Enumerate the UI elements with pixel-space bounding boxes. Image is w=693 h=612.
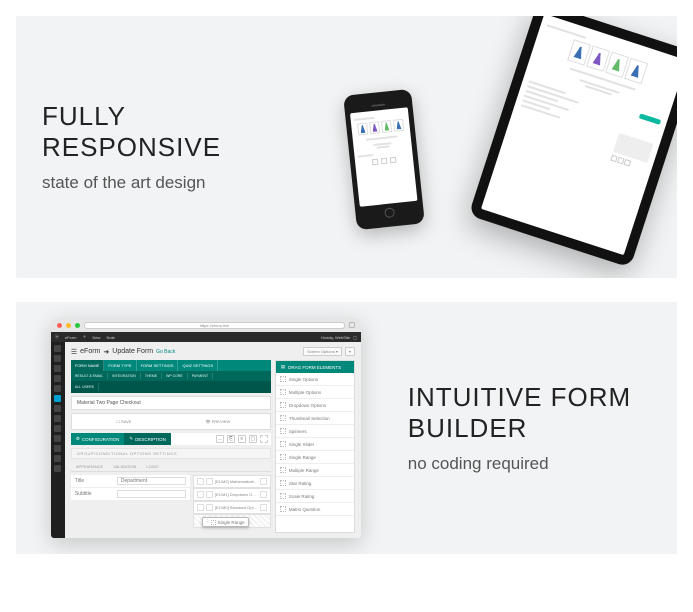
window-min-icon [66, 323, 71, 328]
toolbar-icon: ▢ [249, 435, 257, 443]
form-icon: ☰ [71, 348, 77, 356]
feature-headline: FULLY RESPONSIVE [42, 101, 307, 163]
sidebar-icon [54, 345, 61, 352]
feature-text: FULLY RESPONSIVE state of the art design [34, 81, 315, 213]
sub-tabs-2: ALL USERS [71, 381, 271, 393]
sidebar-icon [54, 425, 61, 432]
element-row: [E1/M1] Dropdown Options [193, 488, 271, 501]
admin-sidebar [51, 342, 65, 538]
go-back-link: Go Back [156, 349, 175, 355]
tab: FORM TYPE [104, 360, 136, 371]
sidebar-icon [54, 455, 61, 462]
sub-tabs: RESULT & EMAIL INTEGRATION THEME WP CORE… [71, 371, 271, 381]
element-item: Thumbnail Selection [276, 412, 354, 425]
field-subtitle-row: Subtitle [71, 488, 190, 501]
grey-tabs: APPEARANCE VALIDATION LOGIC [71, 462, 271, 472]
gear-icon: ⚙ [76, 436, 80, 442]
dragging-element: ☟Single Range [202, 517, 249, 527]
sidebar-icon [54, 415, 61, 422]
topbar-user: Howdy, WebSite ▢ [321, 335, 357, 340]
feature-subtitle: no coding required [408, 454, 651, 474]
sidebar-icon [54, 435, 61, 442]
drop-zone: ☟Single Range [193, 514, 271, 528]
admin-topbar: ⓦ eForm ＋ New Note Howdy, WebSite ▢ [51, 332, 361, 342]
toolbar-icon: ↔ [216, 435, 224, 443]
configuration-tab: ⚙CONFIGURATION [71, 433, 124, 445]
sidebar-icon [54, 365, 61, 372]
field-title-row: Title Department [71, 475, 190, 488]
element-item: Single Options [276, 373, 354, 386]
tab: FORM SETTINGS [137, 360, 179, 371]
plus-icon: ＋ [82, 334, 86, 340]
preview-tab: 👁 PREVIEW [171, 417, 265, 426]
element-item: Single Slider [276, 438, 354, 451]
element-item: Star Rating [276, 477, 354, 490]
element-item: Spinners [276, 425, 354, 438]
screen-options-button: Screen Options ▾ [303, 347, 342, 356]
element-row: [E1/M0] Standard Options [193, 501, 271, 514]
page-title: ☰ eForm ➜ Update Form Go Back [71, 348, 175, 356]
save-preview-row: ☐ SAVE 👁 PREVIEW [71, 413, 271, 430]
wp-logo-icon: ⓦ [55, 334, 59, 340]
description-tab: ✎DESCRIPTION [124, 433, 171, 445]
sidebar-icon [54, 375, 61, 382]
sidebar-icon-active [54, 395, 61, 402]
browser-mockup: https://eform.live ⓦ eForm ＋ New Note Ho… [51, 318, 361, 538]
topbar-item: eForm [65, 335, 77, 340]
feature-panel-responsive: FULLY RESPONSIVE state of the art design [16, 16, 677, 278]
element-item: Multiple Range [276, 464, 354, 477]
element-item: Dropdown Options [276, 399, 354, 412]
form-name-card: Material Two Page Checkout [71, 396, 271, 410]
avatar-icon: ▢ [353, 335, 357, 340]
grab-cursor-icon: ☟ [206, 519, 209, 525]
tab: QUIZ SETTINGS [178, 360, 218, 371]
pencil-icon: ✎ [129, 436, 133, 442]
toolbar-icon: ≡ [238, 435, 246, 443]
save-tab: ☐ SAVE [77, 417, 171, 426]
element-item: Scale Rating [276, 490, 354, 503]
elements-panel-head: ▤DRAG FORM ELEMENTS [276, 361, 354, 373]
sidebar-icon [54, 445, 61, 452]
topbar-item: Note [106, 335, 114, 340]
feature-panel-builder: https://eform.live ⓦ eForm ＋ New Note Ho… [16, 302, 677, 554]
element-item: Matrix Question [276, 503, 354, 516]
topbar-item: New [92, 335, 100, 340]
browser-menu-icon [349, 322, 355, 328]
group-settings-head: GROUP/CONDITIONAL OPTIONS SETTINGS [71, 448, 271, 459]
device-mockups [315, 32, 659, 262]
elements-panel: ▤DRAG FORM ELEMENTS Single Options Multi… [275, 360, 355, 533]
main-tabs: FORM NAME FORM TYPE FORM SETTINGS QUIZ S… [71, 360, 271, 371]
config-bar: ⚙CONFIGURATION ✎DESCRIPTION ↔ ⎘ ≡ ▢ [71, 433, 271, 445]
feature-subtitle: state of the art design [42, 173, 307, 193]
browser-chrome: https://eform.live [51, 318, 361, 332]
tablet-mockup [468, 16, 677, 268]
admin-main: ☰ eForm ➜ Update Form Go Back Screen Opt… [65, 342, 361, 538]
toolbar-icon: ⎘ [227, 435, 235, 443]
toolbar-icon [260, 435, 268, 443]
url-bar: https://eform.live [84, 322, 345, 329]
sidebar-icon [54, 465, 61, 472]
window-close-icon [57, 323, 62, 328]
tab: FORM NAME [71, 360, 104, 371]
sidebar-icon [54, 405, 61, 412]
sidebar-icon [54, 385, 61, 392]
browser-mockup-wrap: https://eform.live ⓦ eForm ＋ New Note Ho… [34, 318, 378, 538]
feature-headline: INTUITIVE FORM BUILDER [408, 382, 651, 444]
arrow-right-icon: ➜ [103, 348, 109, 356]
element-item: Single Range [276, 451, 354, 464]
element-row: [E1/M2] Mathematical Evalua… [193, 475, 271, 488]
toolbar-icons: ↔ ⎘ ≡ ▢ [171, 433, 271, 445]
help-button: ▾ [345, 347, 355, 356]
phone-mockup [343, 89, 425, 230]
drag-icon: ▤ [281, 364, 285, 370]
window-max-icon [75, 323, 80, 328]
feature-text: INTUITIVE FORM BUILDER no coding require… [378, 362, 659, 494]
sidebar-icon [54, 355, 61, 362]
element-item: Multiple Options [276, 386, 354, 399]
